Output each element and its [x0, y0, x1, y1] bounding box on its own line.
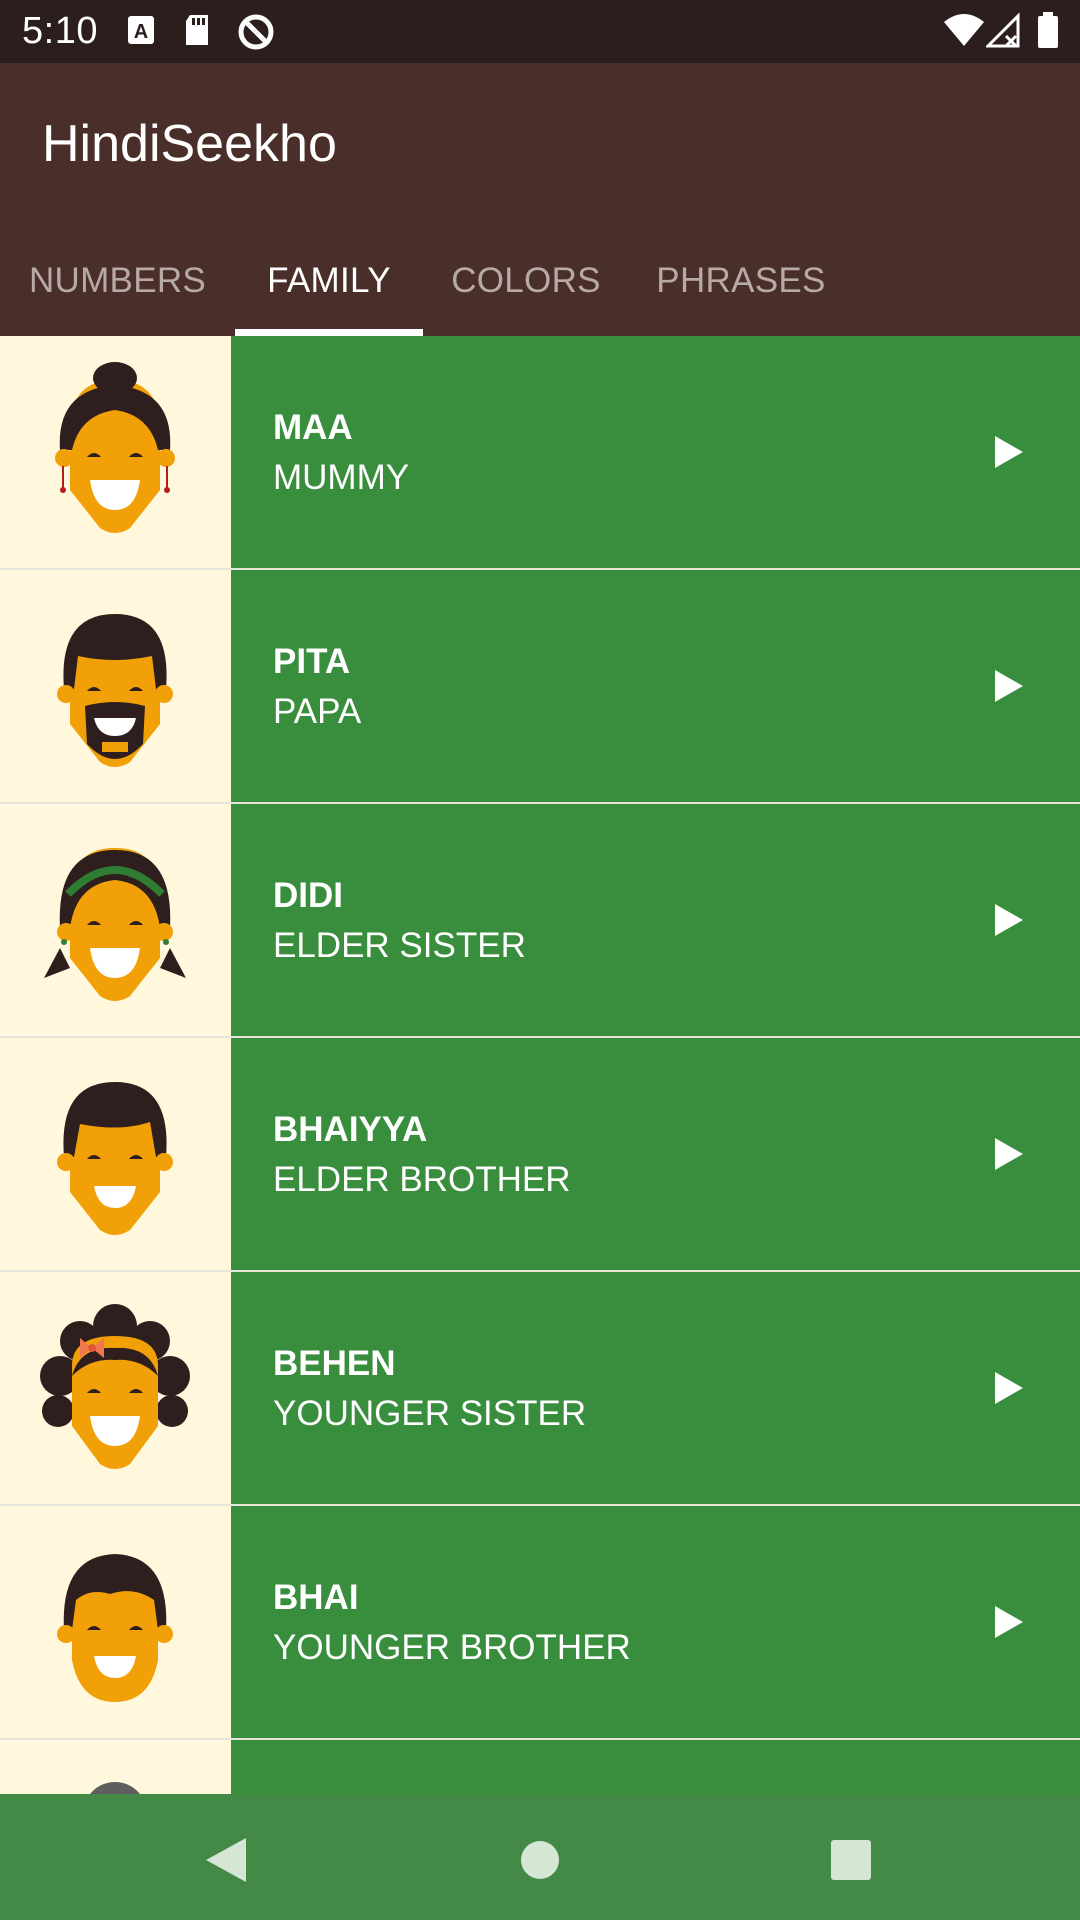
hindi-word: PITA [273, 642, 351, 681]
hindi-word: DIDI [273, 876, 343, 915]
status-time: 5:10 [22, 10, 98, 52]
list-item[interactable]: PITA PAPA [0, 570, 1080, 804]
play-icon[interactable] [991, 1134, 1027, 1174]
status-bar: 5:10 A [0, 0, 1080, 63]
english-translation: ELDER SISTER [273, 926, 526, 965]
avatar-cell [0, 336, 231, 568]
back-icon[interactable] [190, 1824, 260, 1894]
list-item[interactable]: BHAI YOUNGER BROTHER [0, 1506, 1080, 1740]
word-card: BHAI YOUNGER BROTHER [231, 1506, 1080, 1738]
word-card: PITA PAPA [231, 570, 1080, 802]
tab-colors[interactable]: COLORS [423, 226, 629, 336]
a-icon: A [126, 12, 156, 53]
hindi-word: BHAI [273, 1578, 359, 1617]
list-item[interactable]: BEHEN YOUNGER SISTER [0, 1272, 1080, 1506]
word-card: BHAIYYA ELDER BROTHER [231, 1038, 1080, 1270]
mother-avatar-icon [55, 362, 175, 533]
word-card [231, 1740, 1080, 1794]
avatar-cell [0, 1740, 231, 1794]
tab-indicator [235, 329, 423, 336]
system-nav-bar [0, 1794, 1080, 1920]
play-icon[interactable] [991, 432, 1027, 472]
avatar-cell [0, 570, 231, 802]
elder-brother-avatar-icon [57, 1082, 173, 1235]
play-icon[interactable] [991, 1368, 1027, 1408]
svg-text:A: A [134, 21, 148, 43]
list-item[interactable]: BHAIYYA ELDER BROTHER [0, 1038, 1080, 1272]
family-word-list[interactable]: MAA MUMMY PITA PAPA DIDI ELDER SISTER BH… [0, 336, 1080, 1794]
wifi-icon [943, 12, 985, 53]
tab-family[interactable]: FAMILY [235, 226, 423, 336]
list-item[interactable]: DIDI ELDER SISTER [0, 804, 1080, 1038]
tab-numbers[interactable]: NUMBERS [0, 226, 235, 336]
avatar-cell [0, 1506, 231, 1738]
list-item[interactable] [0, 1740, 1080, 1794]
no-sync-icon [236, 12, 276, 57]
younger-brother-avatar-icon [57, 1554, 173, 1702]
english-translation: YOUNGER SISTER [273, 1394, 587, 1433]
hindi-word: MAA [273, 408, 353, 447]
home-icon[interactable] [505, 1824, 575, 1894]
hindi-word: BHAIYYA [273, 1110, 428, 1149]
list-item[interactable]: MAA MUMMY [0, 336, 1080, 570]
tab-bar: NUMBERS FAMILY COLORS PHRASES [0, 226, 1080, 336]
app-bar: HindiSeekho NUMBERS FAMILY COLORS PHRASE… [0, 63, 1080, 336]
tab-phrases[interactable]: PHRASES [629, 226, 853, 336]
grandparent-avatar-icon [90, 1782, 140, 1794]
word-card: BEHEN YOUNGER SISTER [231, 1272, 1080, 1504]
hindi-word: BEHEN [273, 1344, 396, 1383]
app-title: HindiSeekho [42, 115, 337, 173]
recents-icon[interactable] [815, 1824, 885, 1894]
english-translation: MUMMY [273, 458, 410, 497]
english-translation: PAPA [273, 692, 362, 731]
word-card: MAA MUMMY [231, 336, 1080, 568]
father-avatar-icon [57, 614, 173, 767]
avatar-cell [0, 804, 231, 1036]
english-translation: YOUNGER BROTHER [273, 1628, 631, 1667]
younger-sister-avatar-icon [40, 1304, 190, 1469]
avatar-cell [0, 1272, 231, 1504]
play-icon[interactable] [991, 666, 1027, 706]
english-translation: ELDER BROTHER [273, 1160, 571, 1199]
sd-card-icon [182, 12, 212, 53]
battery-icon [1036, 12, 1060, 55]
play-icon[interactable] [991, 1602, 1027, 1642]
word-card: DIDI ELDER SISTER [231, 804, 1080, 1036]
cell-signal-icon [984, 12, 1022, 55]
play-icon[interactable] [991, 900, 1027, 940]
elder-sister-avatar-icon [44, 848, 186, 1001]
avatar-cell [0, 1038, 231, 1270]
